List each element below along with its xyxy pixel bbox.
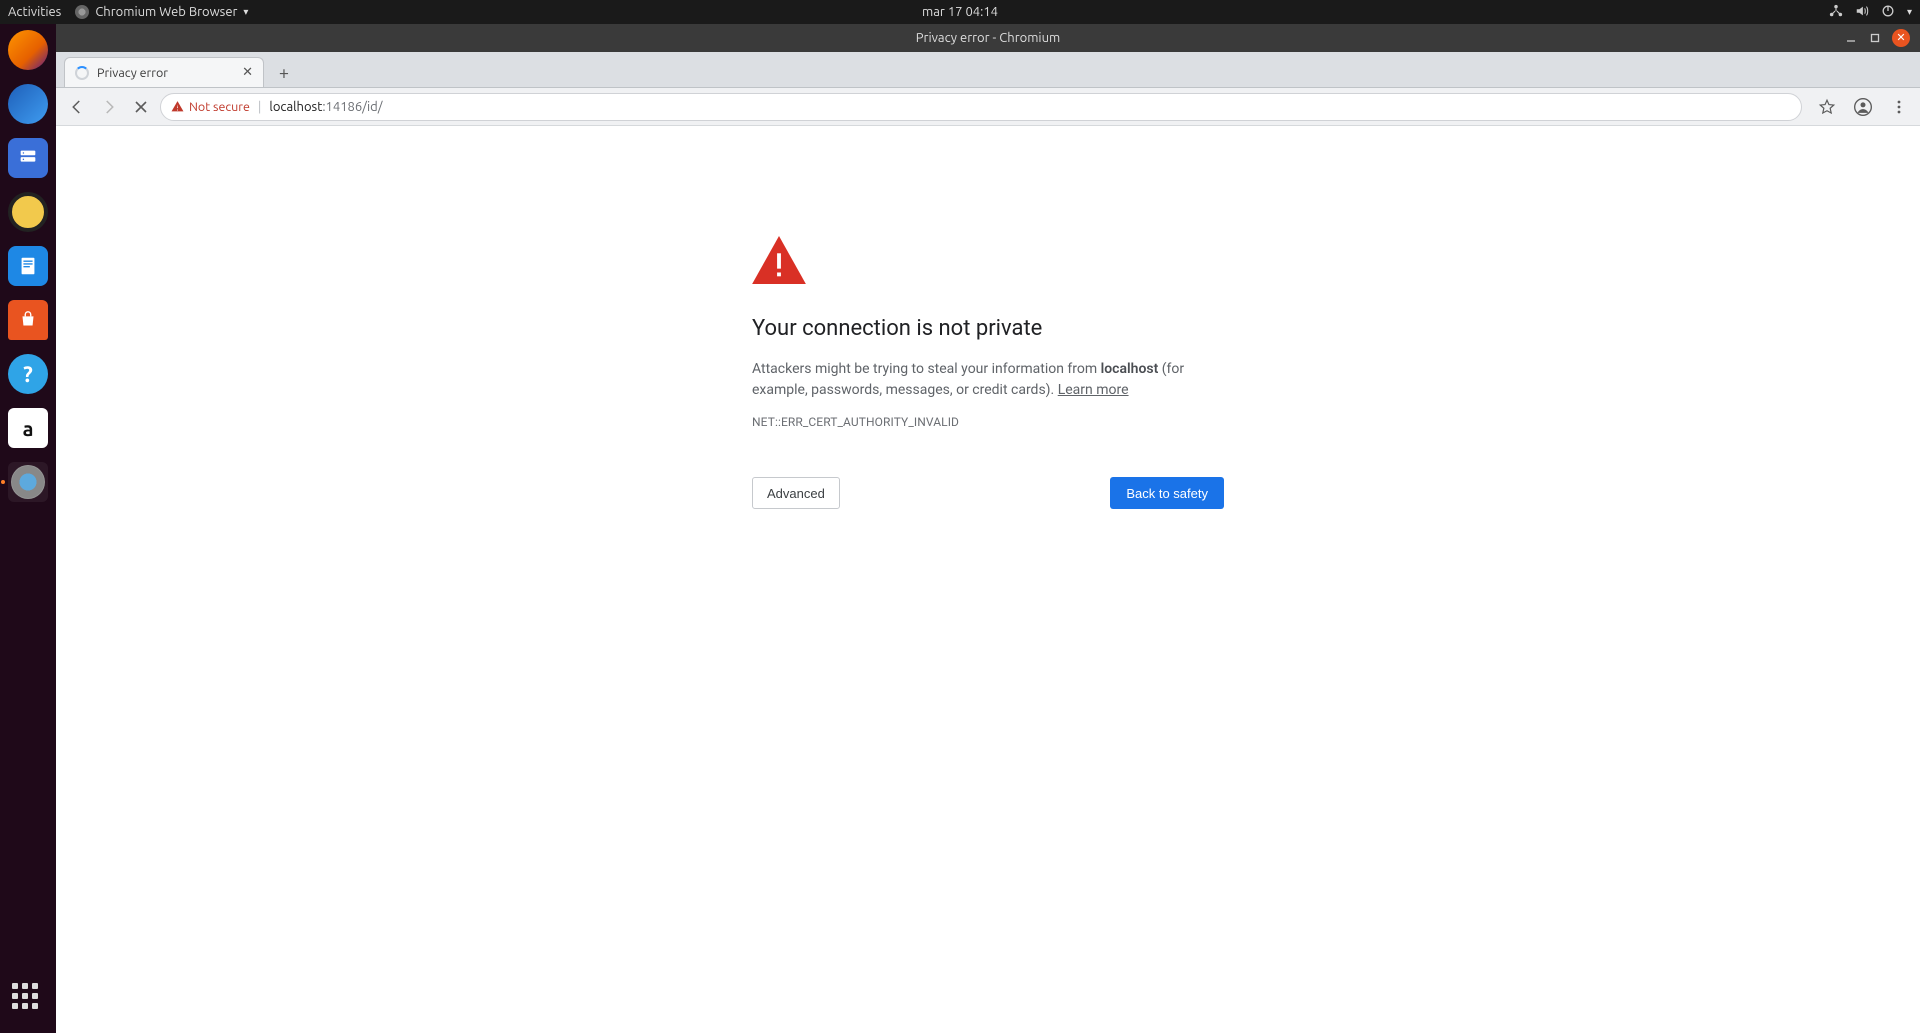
warning-triangle-icon <box>171 100 184 113</box>
warning-triangle-large-icon <box>752 236 806 284</box>
network-icon[interactable] <box>1829 4 1843 21</box>
dock-app-thunderbird[interactable] <box>8 84 48 124</box>
back-button[interactable] <box>64 94 90 120</box>
dock-app-software[interactable] <box>8 300 48 340</box>
dock-app-writer[interactable] <box>8 246 48 286</box>
chromium-icon <box>75 5 89 19</box>
gnome-top-bar: Activities Chromium Web Browser ▾ mar 17… <box>0 0 1920 24</box>
dock-app-help[interactable]: ? <box>8 354 48 394</box>
dock-app-files[interactable] <box>8 138 48 178</box>
url-display: localhost:14186/id/ <box>269 100 382 114</box>
interstitial-heading: Your connection is not private <box>752 316 1224 341</box>
ssl-interstitial: Your connection is not private Attackers… <box>752 236 1224 509</box>
browser-window: Privacy error - Chromium ✕ Privacy error… <box>56 24 1920 1033</box>
volume-icon[interactable] <box>1855 4 1869 21</box>
error-code[interactable]: NET::ERR_CERT_AUTHORITY_INVALID <box>752 415 1224 429</box>
back-to-safety-button[interactable]: Back to safety <box>1110 477 1224 509</box>
launcher-dock: ? a <box>0 24 56 1033</box>
browser-tab[interactable]: Privacy error ✕ <box>64 57 264 87</box>
clock[interactable]: mar 17 04:14 <box>922 5 998 19</box>
page-content: Your connection is not private Attackers… <box>56 126 1920 1033</box>
dock-app-firefox[interactable] <box>8 30 48 70</box>
forward-button[interactable] <box>96 94 122 120</box>
tab-title: Privacy error <box>97 66 168 80</box>
window-close-button[interactable]: ✕ <box>1892 29 1910 47</box>
dock-app-chromium[interactable] <box>8 462 48 502</box>
browser-toolbar: Not secure | localhost:14186/id/ <box>56 88 1920 126</box>
tab-close-button[interactable]: ✕ <box>242 65 253 80</box>
chevron-down-icon: ▾ <box>243 6 248 18</box>
url-path: :14186/id/ <box>322 100 382 114</box>
loading-spinner-icon <box>75 66 89 80</box>
app-menu-label: Chromium Web Browser <box>95 5 237 19</box>
kebab-menu-button[interactable] <box>1886 94 1912 120</box>
stop-reload-button[interactable] <box>128 94 154 120</box>
interstitial-body: Attackers might be trying to steal your … <box>752 359 1224 401</box>
dock-app-rhythmbox[interactable] <box>8 192 48 232</box>
security-chip[interactable]: Not secure <box>171 100 250 114</box>
power-icon[interactable] <box>1881 4 1895 21</box>
dock-app-amazon[interactable]: a <box>8 408 48 448</box>
advanced-button[interactable]: Advanced <box>752 477 840 509</box>
window-title: Privacy error - Chromium <box>916 31 1060 45</box>
url-host: localhost <box>269 100 322 114</box>
bookmark-star-button[interactable] <box>1814 94 1840 120</box>
app-menu[interactable]: Chromium Web Browser ▾ <box>75 5 248 19</box>
omnibox-separator: | <box>258 100 262 114</box>
address-bar[interactable]: Not secure | localhost:14186/id/ <box>160 93 1802 121</box>
tab-strip: Privacy error ✕ + <box>56 52 1920 88</box>
show-applications-button[interactable] <box>12 983 44 1015</box>
security-label: Not secure <box>189 100 250 114</box>
window-minimize-button[interactable] <box>1844 31 1858 45</box>
window-titlebar: Privacy error - Chromium ✕ <box>56 24 1920 52</box>
window-maximize-button[interactable] <box>1868 31 1882 45</box>
activities-button[interactable]: Activities <box>8 5 61 19</box>
learn-more-link[interactable]: Learn more <box>1058 382 1129 398</box>
profile-button[interactable] <box>1850 94 1876 120</box>
system-menu-chevron-icon[interactable]: ▾ <box>1907 6 1912 18</box>
new-tab-button[interactable]: + <box>270 59 298 87</box>
